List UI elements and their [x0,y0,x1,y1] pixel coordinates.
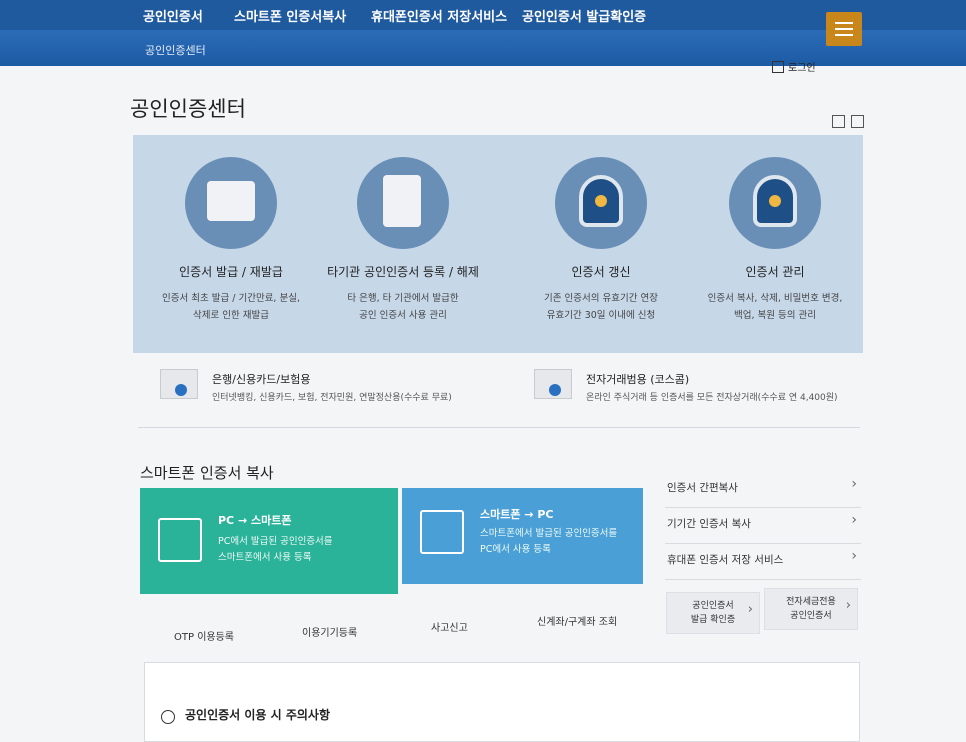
feature-issue[interactable]: 인증서 발급 / 재발급 인증서 최초 발급 / 기간만료, 분실, 삭제로 인한… [141,157,321,324]
chevron-right-icon: › [747,602,753,617]
nav-item-smartphone-copy[interactable]: 스마트폰 인증서복사 [234,6,346,25]
chevron-right-icon: › [851,548,857,564]
monitor-icon [185,157,277,249]
feature-desc-line: 타 은행, 타 기관에서 발급한 [347,293,459,304]
notice-title[interactable]: 공인인증서 이용 시 주의사항 [185,706,330,723]
feature-title: 타기관 공인인증서 등록 / 해제 [327,265,479,279]
quick-account[interactable]: 신계좌/구계좌 조회 [537,613,617,628]
phone-pc-icon [420,510,464,554]
feature-desc-line: 인증서 최초 발급 / 기간만료, 분실, [162,293,300,304]
feature-desc: 인증서 최초 발급 / 기간만료, 분실, 삭제로 인한 재발급 [141,290,321,324]
smartphone-section-title: 스마트폰 인증서 복사 [140,464,274,482]
sub-nav-bar: 공인인증센터 [0,30,966,66]
card-desc-line: PC에서 발급된 공인인증서를 [218,536,333,547]
login-link[interactable]: 로그인 [772,59,816,74]
chevron-right-icon: › [845,598,851,613]
usage-desc: 온라인 주식거래 등 인증서를 모든 전자상거래(수수료 연 4,400원) [586,393,838,403]
card-title: PC → 스마트폰 [218,514,292,527]
login-icon [772,61,784,73]
lock-gear-icon [729,157,821,249]
box-label: 공인인증서 [790,611,832,621]
feature-title: 인증서 관리 [745,265,805,279]
menu-button[interactable] [826,12,862,46]
chevron-right-icon: › [851,512,857,528]
page-tools [826,115,864,131]
link-easy-copy[interactable]: 인증서 간편복사 › [665,474,861,508]
hamburger-icon [835,22,853,24]
quick-report[interactable]: 사고신고 [431,619,468,634]
link-label: 인증서 간편복사 [667,482,738,494]
usage-title: 전자거래범용 (코스콤) [586,373,690,386]
divider [138,427,860,428]
link-phone-storage[interactable]: 휴대폰 인증서 저장 서비스 › [665,546,861,580]
feature-desc: 타 은행, 타 기관에서 발급한공인 인증서 사용 관리 [313,290,493,324]
tax-cert-box[interactable]: 전자세금전용공인인증서 › [764,588,858,630]
notice-panel: 공인인증서 이용 시 주의사항 [144,662,860,742]
usage-title: 은행/신용카드/보험용 [212,373,311,386]
quick-device[interactable]: 이용기기등록 [302,624,357,639]
feature-desc-line: 공인 인증서 사용 관리 [359,310,447,321]
issue-confirm-box[interactable]: 공인인증서발급 확인증 › [666,592,760,634]
feature-desc-line: 삭제로 인한 재발급 [193,310,269,321]
bank-card-icon [160,369,198,399]
document-icon [357,157,449,249]
link-device-copy[interactable]: 기기간 인증서 복사 › [665,510,861,544]
box-label: 발급 확인증 [690,615,736,625]
card-desc-line: 스마트폰에서 발급된 공인인증서를 [480,528,618,539]
lock-shape [579,175,623,227]
card-desc-line: 스마트폰에서 사용 등록 [218,552,312,563]
phone-to-pc-card[interactable]: 스마트폰 → PC 스마트폰에서 발급된 공인인증서를 PC에서 사용 등록 [402,488,643,584]
breadcrumb[interactable]: 공인인증센터 [145,42,206,58]
usage-desc: 인터넷뱅킹, 신용카드, 보험, 전자민원, 연말정산용(수수료 무료) [212,393,452,403]
feature-renew[interactable]: 인증서 갱신 기존 인증서의 유효기간 연장유효기간 30일 이내에 신청 [511,157,691,324]
font-size-icon[interactable] [832,115,845,128]
globe-screen-icon [534,369,572,399]
feature-title: 인증서 발급 / 재발급 [179,265,283,279]
top-nav-bar: 공인인증서 스마트폰 인증서복사 휴대폰인증서 저장서비스 공인인증서 발급확인… [0,0,966,30]
card-desc-line: PC에서 사용 등록 [480,544,551,555]
feature-manage[interactable]: 인증서 관리 인증서 복사, 삭제, 비밀번호 변경, 백업, 복원 등의 관리 [685,157,865,324]
login-label: 로그인 [788,63,816,74]
link-label: 휴대폰 인증서 저장 서비스 [667,554,784,566]
lock-shape [753,175,797,227]
feature-desc-line: 기존 인증서의 유효기간 연장 [544,293,658,304]
feature-desc: 기존 인증서의 유효기간 연장유효기간 30일 이내에 신청 [511,290,691,324]
feature-desc-line: 백업, 복원 등의 관리 [734,310,816,321]
document-sheet [383,175,421,227]
feature-panel: 인증서 발급 / 재발급 인증서 최초 발급 / 기간만료, 분실, 삭제로 인한… [133,135,863,353]
feature-desc: 인증서 복사, 삭제, 비밀번호 변경, 백업, 복원 등의 관리 [685,290,865,324]
box-label: 공인인증서 [692,601,734,611]
quick-otp[interactable]: OTP 이용등록 [174,628,234,643]
monitor-screen [207,181,255,221]
pc-phone-icon [158,518,202,562]
chevron-right-icon: › [851,476,857,492]
nav-item-issue-confirm[interactable]: 공인인증서 발급확인증 [522,6,646,25]
feature-register[interactable]: 타기관 공인인증서 등록 / 해제 타 은행, 타 기관에서 발급한공인 인증서… [313,157,493,324]
feature-desc-line: 유효기간 30일 이내에 신청 [546,310,656,321]
check-circle-icon [161,710,175,724]
hamburger-icon-bar [835,34,853,36]
feature-desc-line: 인증서 복사, 삭제, 비밀번호 변경, [707,293,843,304]
box-label: 전자세금전용 [786,597,836,607]
card-desc: PC에서 발급된 공인인증서를스마트폰에서 사용 등록 [218,534,333,566]
nav-item-phone-storage[interactable]: 휴대폰인증서 저장서비스 [371,6,507,25]
card-title: 스마트폰 → PC [480,508,554,521]
hamburger-icon-bar [835,28,853,30]
feature-title: 인증서 갱신 [571,265,631,279]
card-desc: 스마트폰에서 발급된 공인인증서를 PC에서 사용 등록 [480,526,617,558]
page-title: 공인인증센터 [130,97,246,121]
lock-refresh-icon [555,157,647,249]
link-label: 기기간 인증서 복사 [667,518,751,530]
pc-to-phone-card[interactable]: PC → 스마트폰 PC에서 발급된 공인인증서를스마트폰에서 사용 등록 [140,488,398,594]
print-icon[interactable] [851,115,864,128]
nav-item-certificate[interactable]: 공인인증서 [143,6,203,25]
